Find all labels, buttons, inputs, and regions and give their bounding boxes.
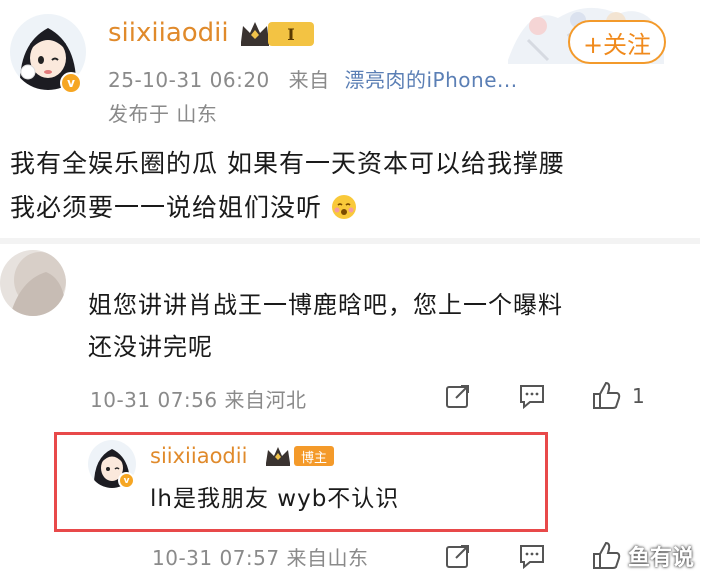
source-prefix: 来自 — [288, 68, 330, 92]
reply-meta: 10-31 07:57 来自山东 — [152, 546, 369, 570]
emoji-icon — [331, 194, 357, 220]
level-badge-text: I — [287, 24, 295, 44]
like-count: 1 — [632, 384, 646, 408]
like-icon[interactable] — [590, 380, 622, 412]
post-username[interactable]: siixiiaodii — [108, 18, 229, 48]
post-text-line2: 我必须要一一说给姐们没听 — [10, 186, 357, 230]
author-badge-text: 博主 — [300, 450, 327, 466]
section-divider — [0, 238, 700, 244]
reply-share-icon[interactable] — [444, 542, 472, 570]
crown-level-icon — [238, 18, 272, 48]
post-text-line2-content: 我必须要一一说给姐们没听 — [10, 193, 323, 222]
comment-meta: 10-31 07:56 来自河北 — [90, 388, 307, 412]
commenter-avatar[interactable] — [0, 250, 66, 316]
author-badge: 博主 — [294, 446, 334, 466]
source-link[interactable]: 漂亮肉的iPhone... — [345, 68, 518, 92]
verified-badge-icon: v — [60, 72, 82, 94]
reply-verified-badge-icon: v — [118, 472, 135, 489]
reply-crown-icon — [264, 444, 292, 468]
reply-text: lh是我朋友 wyb不认识 — [150, 486, 400, 512]
post-text-line1: 我有全娱乐圈的瓜 如果有一天资本可以给我撑腰 — [10, 149, 565, 178]
reply-comment-icon[interactable] — [518, 542, 546, 570]
level-badge: I — [268, 22, 314, 46]
share-icon[interactable] — [444, 382, 472, 410]
follow-label: +关注 — [582, 30, 652, 59]
comment-icon[interactable] — [518, 382, 546, 410]
reply-username[interactable]: siixiiaodii — [150, 444, 247, 468]
comment-text-line1: 姐您讲讲肖战王一博鹿晗吧，您上一个曝料 — [88, 291, 563, 319]
post-location: 发布于 山东 — [108, 102, 218, 126]
post-timestamp: 25-10-31 06:20 — [108, 68, 270, 92]
reply-like-icon[interactable] — [590, 540, 622, 572]
post-meta: 25-10-31 06:20 来自 漂亮肉的iPhone... — [108, 64, 518, 93]
comment-text-line2: 还没讲完呢 — [88, 333, 213, 361]
follow-button[interactable]: +关注 — [568, 20, 666, 64]
watermark-text: 鱼有说 — [628, 546, 695, 571]
